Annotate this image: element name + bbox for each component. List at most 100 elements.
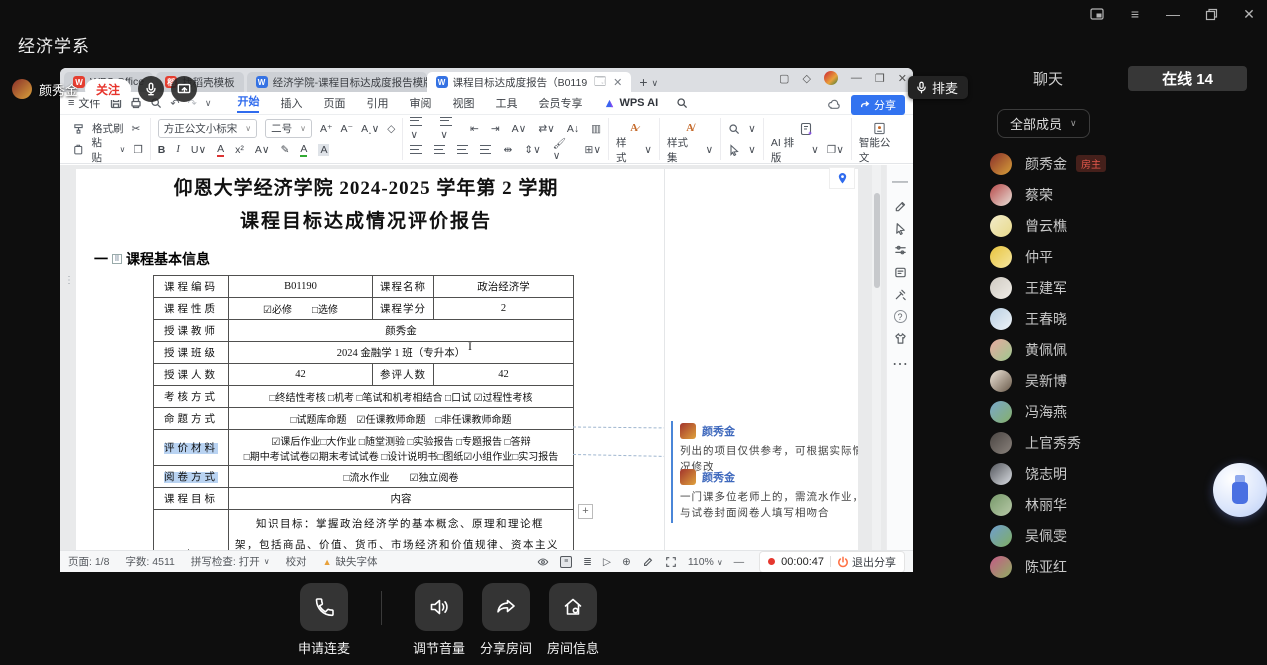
follow-button[interactable]: 关注 xyxy=(85,79,131,100)
wps-close-icon[interactable]: ✕ xyxy=(898,72,907,85)
ink-button[interactable]: ✎ xyxy=(281,144,290,156)
member-row[interactable]: 颜秀金房主 xyxy=(975,148,1267,179)
pen-icon[interactable] xyxy=(642,556,654,568)
share-room-button[interactable]: 分享房间 xyxy=(482,583,530,657)
align-center-icon[interactable] xyxy=(434,145,445,154)
more-tools-icon[interactable]: ⋯ xyxy=(892,354,908,374)
insert-row-button[interactable]: + xyxy=(578,504,593,519)
member-row[interactable]: 曾云樵 xyxy=(975,210,1267,241)
menu-icon[interactable]: ≡ xyxy=(1127,6,1143,22)
wps-share-button[interactable]: 分享 xyxy=(851,95,905,115)
member-row[interactable]: 王建军 xyxy=(975,272,1267,303)
usb-floating-widget[interactable] xyxy=(1213,463,1267,517)
notes-icon[interactable] xyxy=(894,266,907,279)
align-right-icon[interactable] xyxy=(457,145,468,154)
cloud-sync-icon[interactable] xyxy=(827,98,841,112)
clear-format-icon[interactable]: ◇ xyxy=(387,123,395,135)
eye-icon[interactable] xyxy=(537,556,549,568)
member-filter-dropdown[interactable]: 全部成员 ∨ xyxy=(997,109,1090,138)
superscript-button[interactable]: x² xyxy=(235,144,244,156)
comment-card[interactable]: 颜秀金 一门课多位老师上的，需流水作业，与试卷封面阅卷人填写相吻合 xyxy=(671,467,858,523)
tab-view[interactable]: 视图 xyxy=(452,95,474,111)
tab-home[interactable]: 开始 xyxy=(237,93,259,113)
location-pin-button[interactable] xyxy=(829,167,855,189)
qat-chevron-icon[interactable]: ∨ xyxy=(205,98,212,109)
columns-icon[interactable]: ▥ xyxy=(591,123,601,135)
increase-indent-icon[interactable]: ⇥ xyxy=(491,123,500,135)
increase-font-icon[interactable]: A⁺ xyxy=(320,123,333,135)
tab-insert[interactable]: 插入 xyxy=(280,95,302,111)
justify-icon[interactable] xyxy=(480,145,491,154)
restore-icon[interactable] xyxy=(1203,6,1219,22)
document-page[interactable]: 仰恩大学经济学院 2024-2025 学年第 2 学期 课程目标达成情况评价报告… xyxy=(76,169,858,550)
missing-font-warning[interactable]: ▲ 缺失字体 xyxy=(323,554,378,569)
tab-member[interactable]: 会员专享 xyxy=(538,95,582,111)
collapse-toolbar-icon[interactable]: — xyxy=(892,173,908,191)
outline-view-icon[interactable]: ≣ xyxy=(583,556,592,568)
member-row[interactable]: 陈亚红 xyxy=(975,551,1267,582)
close-icon[interactable]: ✕ xyxy=(1241,6,1257,22)
highlighted-label[interactable]: 阅卷方式 xyxy=(164,472,218,483)
new-tab-button[interactable]: + xyxy=(639,74,647,90)
account-avatar[interactable] xyxy=(824,71,838,85)
page-view-icon[interactable]: ≡ xyxy=(560,556,572,568)
copy-icon[interactable]: ❐ xyxy=(133,144,142,156)
line-spacing-icon[interactable]: ⇕∨ xyxy=(524,144,541,156)
wps-tab-template-doc[interactable]: W 经济学院-课程目标达成度报告模版.d xyxy=(247,72,427,92)
word-count[interactable]: 字数: 4511 xyxy=(125,554,174,569)
paste-button[interactable]: 粘贴 ∨ ❐ xyxy=(73,140,143,160)
tab-online[interactable]: 在线 14 xyxy=(1128,66,1247,91)
room-info-button[interactable]: 房间信息 xyxy=(549,583,597,657)
font-size-select[interactable]: 二号∨ xyxy=(265,119,312,138)
mini-window-icon[interactable] xyxy=(1089,6,1105,22)
member-row[interactable]: 吴新博 xyxy=(975,365,1267,396)
tab-tools[interactable]: 工具 xyxy=(495,95,517,111)
scrollbar-thumb[interactable] xyxy=(874,193,880,288)
wrap-icon[interactable]: ⇄∨ xyxy=(538,123,555,135)
presenter-mic-button[interactable] xyxy=(138,76,164,102)
member-row[interactable]: 吴佩雯 xyxy=(975,520,1267,551)
wps-restore-icon[interactable]: ❐ xyxy=(875,72,885,85)
volume-button[interactable]: 调节音量 xyxy=(415,583,463,657)
borders-icon[interactable]: ⊞∨ xyxy=(585,144,602,156)
member-row[interactable]: 冯海燕 xyxy=(975,396,1267,427)
presenter-screenshare-button[interactable] xyxy=(171,76,197,102)
member-row[interactable]: 上官秀秀 xyxy=(975,427,1267,458)
spellcheck-status[interactable]: 拼写检查: 打开∨ xyxy=(191,554,270,569)
smart-doc-button[interactable]: 智能公文 xyxy=(859,140,900,160)
tab-page[interactable]: 页面 xyxy=(323,95,345,111)
close-tab-icon[interactable]: ✕ xyxy=(613,76,622,89)
exit-share-button[interactable]: 退出分享 xyxy=(837,554,896,570)
search-icon[interactable] xyxy=(676,97,688,109)
collapse-section-icon[interactable]: ⠿ xyxy=(112,254,122,264)
tab-chat[interactable]: 聊天 xyxy=(975,68,1121,89)
highlighted-label[interactable]: 评价材料 xyxy=(164,443,218,454)
document-scrollbar[interactable] xyxy=(872,165,881,550)
wps-minimize-icon[interactable]: — xyxy=(851,72,862,84)
decrease-indent-icon[interactable]: ⇤ xyxy=(470,123,479,135)
decrease-font-icon[interactable]: A⁻ xyxy=(341,123,354,135)
bullet-list-icon[interactable]: ∨ xyxy=(410,117,428,141)
italic-button[interactable]: I xyxy=(176,144,180,155)
minimize-icon[interactable]: — xyxy=(1165,6,1181,22)
member-row[interactable]: 王春晓 xyxy=(975,303,1267,334)
member-row[interactable]: 黄佩佩 xyxy=(975,334,1267,365)
tab-review[interactable]: 审阅 xyxy=(409,95,431,111)
tab-references[interactable]: 引用 xyxy=(366,95,388,111)
cut-icon[interactable]: ✂ xyxy=(132,123,141,135)
pages-icon[interactable]: ❐∨ xyxy=(827,144,844,156)
text-effects-icon[interactable]: A˰∨ xyxy=(361,123,379,135)
text-direction-icon[interactable]: A∨ xyxy=(512,123,527,135)
wps-ai-button[interactable]: WPS AI xyxy=(604,97,658,109)
align-left-icon[interactable] xyxy=(410,145,421,154)
font-name-select[interactable]: 方正公文小标宋∨ xyxy=(158,119,257,138)
underline-button[interactable]: U∨ xyxy=(191,144,206,156)
zoom-level[interactable]: 110% ∨ xyxy=(688,556,723,568)
distribute-icon[interactable]: ⇹ xyxy=(503,144,512,156)
zoom-out-icon[interactable]: — xyxy=(734,556,745,568)
bold-button[interactable]: B xyxy=(158,144,166,156)
web-view-icon[interactable]: ⊕ xyxy=(622,556,631,568)
member-row[interactable]: 仲平 xyxy=(975,241,1267,272)
ai-layout-button[interactable]: AI 排版∨❐∨ xyxy=(771,140,844,160)
select-cursor-icon[interactable] xyxy=(894,222,907,235)
